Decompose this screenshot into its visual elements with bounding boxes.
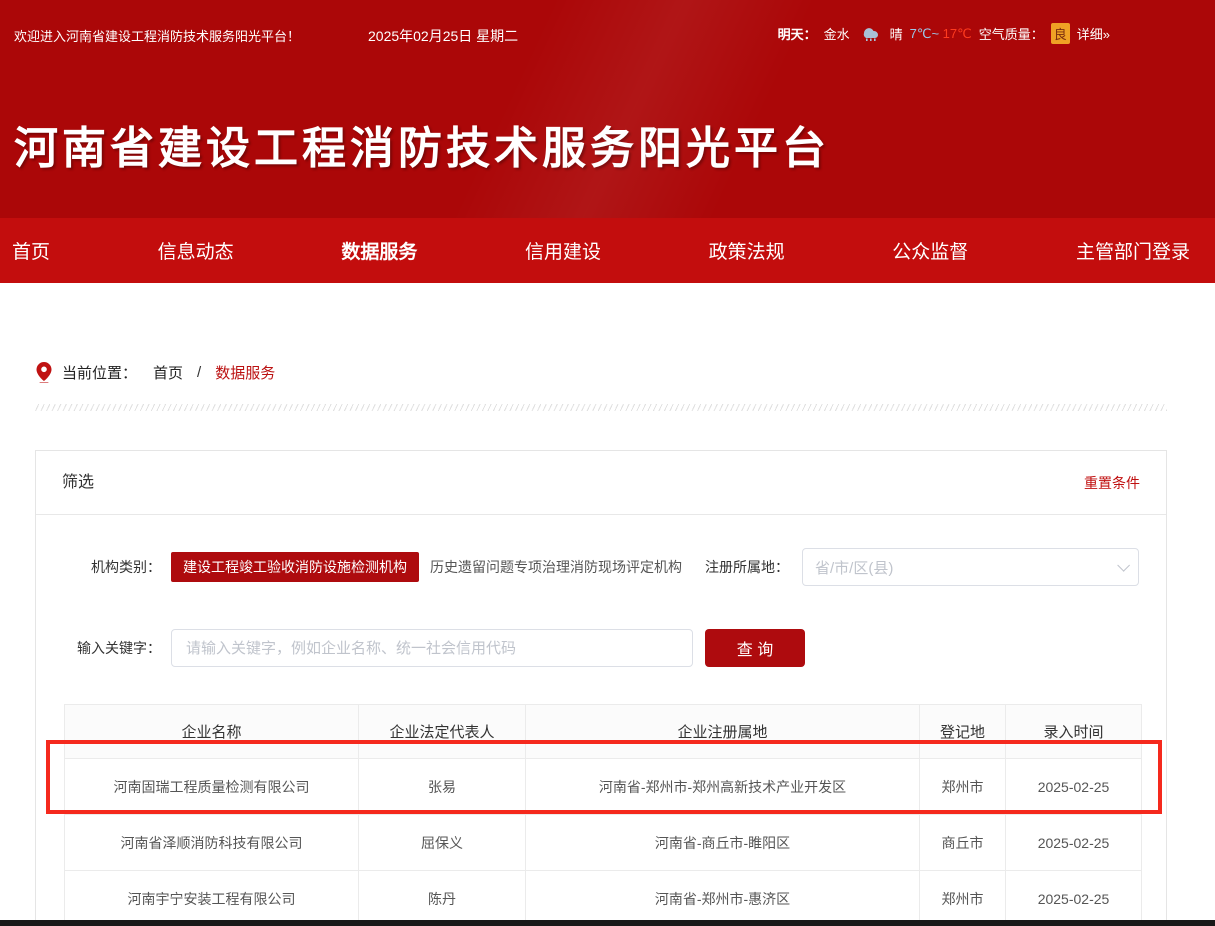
nav-item-supervision[interactable]: 公众监督 xyxy=(892,237,968,264)
filter-panel-header: 筛选 重置条件 xyxy=(36,451,1166,515)
weather-condition: 晴 xyxy=(890,24,903,43)
cell-company: 河南省泽顺消防科技有限公司 xyxy=(65,815,359,871)
cell-legal-rep: 陈丹 xyxy=(359,871,526,926)
category-filter-row: 机构类别： 建设工程竣工验收消防设施检测机构 历史遗留问题专项治理消防现场评定机… xyxy=(36,548,1166,586)
col-header-record-place: 登记地 xyxy=(920,705,1006,759)
region-label: 注册所属地： xyxy=(705,557,789,577)
keyword-label: 输入关键字： xyxy=(36,638,161,658)
page: 欢迎进入河南省建设工程消防技术服务阳光平台！ 2025年02月25日 星期二 明… xyxy=(0,0,1215,926)
welcome-text: 欢迎进入河南省建设工程消防技术服务阳光平台！ xyxy=(14,26,300,45)
nav-item-admin-login[interactable]: 主管部门登录 xyxy=(1076,237,1190,264)
nav-item-credit[interactable]: 信用建设 xyxy=(525,237,601,264)
temp-high: 17℃ xyxy=(943,26,972,41)
category-option-inactive-button[interactable]: 历史遗留问题专项治理消防现场评定机构 xyxy=(430,557,682,577)
col-header-registered-place: 企业注册属地 xyxy=(526,705,920,759)
search-button[interactable]: 查 询 xyxy=(705,629,805,667)
cell-registered-place: 河南省-郑州市-郑州高新技术产业开发区 xyxy=(526,759,920,815)
nav-item-policy[interactable]: 政策法规 xyxy=(709,237,785,264)
breadcrumb-label: 当前位置： xyxy=(62,362,137,383)
air-quality-badge: 良 xyxy=(1051,23,1070,44)
cell-entry-date: 2025-02-25 xyxy=(1006,871,1142,926)
cell-company: 河南宇宁安装工程有限公司 xyxy=(65,871,359,926)
cell-entry-date: 2025-02-25 xyxy=(1006,815,1142,871)
location-pin-icon xyxy=(35,362,53,383)
reset-filters-link[interactable]: 重置条件 xyxy=(1084,451,1140,515)
weather-cloud-icon xyxy=(857,23,883,44)
page-title: 河南省建设工程消防技术服务阳光平台 xyxy=(14,112,830,176)
cell-registered-place: 河南省-商丘市-睢阳区 xyxy=(526,815,920,871)
col-header-entry-date: 录入时间 xyxy=(1006,705,1142,759)
nav-item-news[interactable]: 信息动态 xyxy=(158,237,234,264)
weather-bar: 明天： 金水 晴 7℃~ 17℃ 空气质量： 良 详细» xyxy=(778,23,1110,44)
air-quality-label: 空气质量： xyxy=(979,24,1044,43)
temp-tilde: ~ xyxy=(931,26,939,41)
region-select-placeholder: 省/市/区(县) xyxy=(815,557,893,578)
temp-low: 7℃ xyxy=(910,26,932,41)
cell-record-place: 郑州市 xyxy=(920,871,1006,926)
weather-temps: 7℃~ 17℃ xyxy=(910,26,972,42)
weather-detail-link[interactable]: 详细» xyxy=(1077,24,1110,43)
nav-item-data-service[interactable]: 数据服务 xyxy=(341,237,417,264)
table-row: 河南固瑞工程质量检测有限公司 张易 河南省-郑州市-郑州高新技术产业开发区 郑州… xyxy=(65,759,1142,815)
col-header-company: 企业名称 xyxy=(65,705,359,759)
filter-title: 筛选 xyxy=(62,474,94,491)
chevron-down-icon xyxy=(1117,559,1130,572)
table-row: 河南宇宁安装工程有限公司 陈丹 河南省-郑州市-惠济区 郑州市 2025-02-… xyxy=(65,871,1142,926)
main-nav: 首页 信息动态 数据服务 信用建设 政策法规 公众监督 主管部门登录 xyxy=(0,218,1215,283)
weather-district: 金水 xyxy=(824,24,850,43)
weather-tomorrow-label: 明天： xyxy=(778,24,817,43)
footer-strip xyxy=(0,920,1215,926)
site-header: 欢迎进入河南省建设工程消防技术服务阳光平台！ 2025年02月25日 星期二 明… xyxy=(0,0,1215,218)
slash-divider xyxy=(35,404,1167,411)
results-table: 企业名称 企业法定代表人 企业注册属地 登记地 录入时间 河南固瑞工程质量检测有… xyxy=(64,704,1142,926)
category-option-active-button[interactable]: 建设工程竣工验收消防设施检测机构 xyxy=(171,552,419,582)
breadcrumb-home[interactable]: 首页 xyxy=(153,362,183,383)
cell-legal-rep: 张易 xyxy=(359,759,526,815)
cell-record-place: 郑州市 xyxy=(920,759,1006,815)
region-select[interactable]: 省/市/区(县) xyxy=(802,548,1139,586)
col-header-legal-rep: 企业法定代表人 xyxy=(359,705,526,759)
table-row: 河南省泽顺消防科技有限公司 屈保义 河南省-商丘市-睢阳区 商丘市 2025-0… xyxy=(65,815,1142,871)
breadcrumb-current[interactable]: 数据服务 xyxy=(215,362,275,383)
cell-record-place: 商丘市 xyxy=(920,815,1006,871)
nav-item-home[interactable]: 首页 xyxy=(12,237,50,264)
keyword-filter-row: 输入关键字： 查 询 xyxy=(36,629,1166,667)
current-date: 2025年02月25日 星期二 xyxy=(368,26,518,46)
category-label: 机构类别： xyxy=(36,557,161,577)
filter-panel: 筛选 重置条件 机构类别： 建设工程竣工验收消防设施检测机构 历史遗留问题专项治… xyxy=(35,450,1167,926)
cell-registered-place: 河南省-郑州市-惠济区 xyxy=(526,871,920,926)
cell-legal-rep: 屈保义 xyxy=(359,815,526,871)
breadcrumb-separator: / xyxy=(197,364,201,381)
breadcrumb: 当前位置： 首页 / 数据服务 xyxy=(35,362,275,383)
cell-entry-date: 2025-02-25 xyxy=(1006,759,1142,815)
cell-company: 河南固瑞工程质量检测有限公司 xyxy=(65,759,359,815)
table-header-row: 企业名称 企业法定代表人 企业注册属地 登记地 录入时间 xyxy=(65,705,1142,759)
region-filter-group: 注册所属地： 省/市/区(县) xyxy=(705,548,1139,586)
keyword-input[interactable] xyxy=(171,629,693,667)
